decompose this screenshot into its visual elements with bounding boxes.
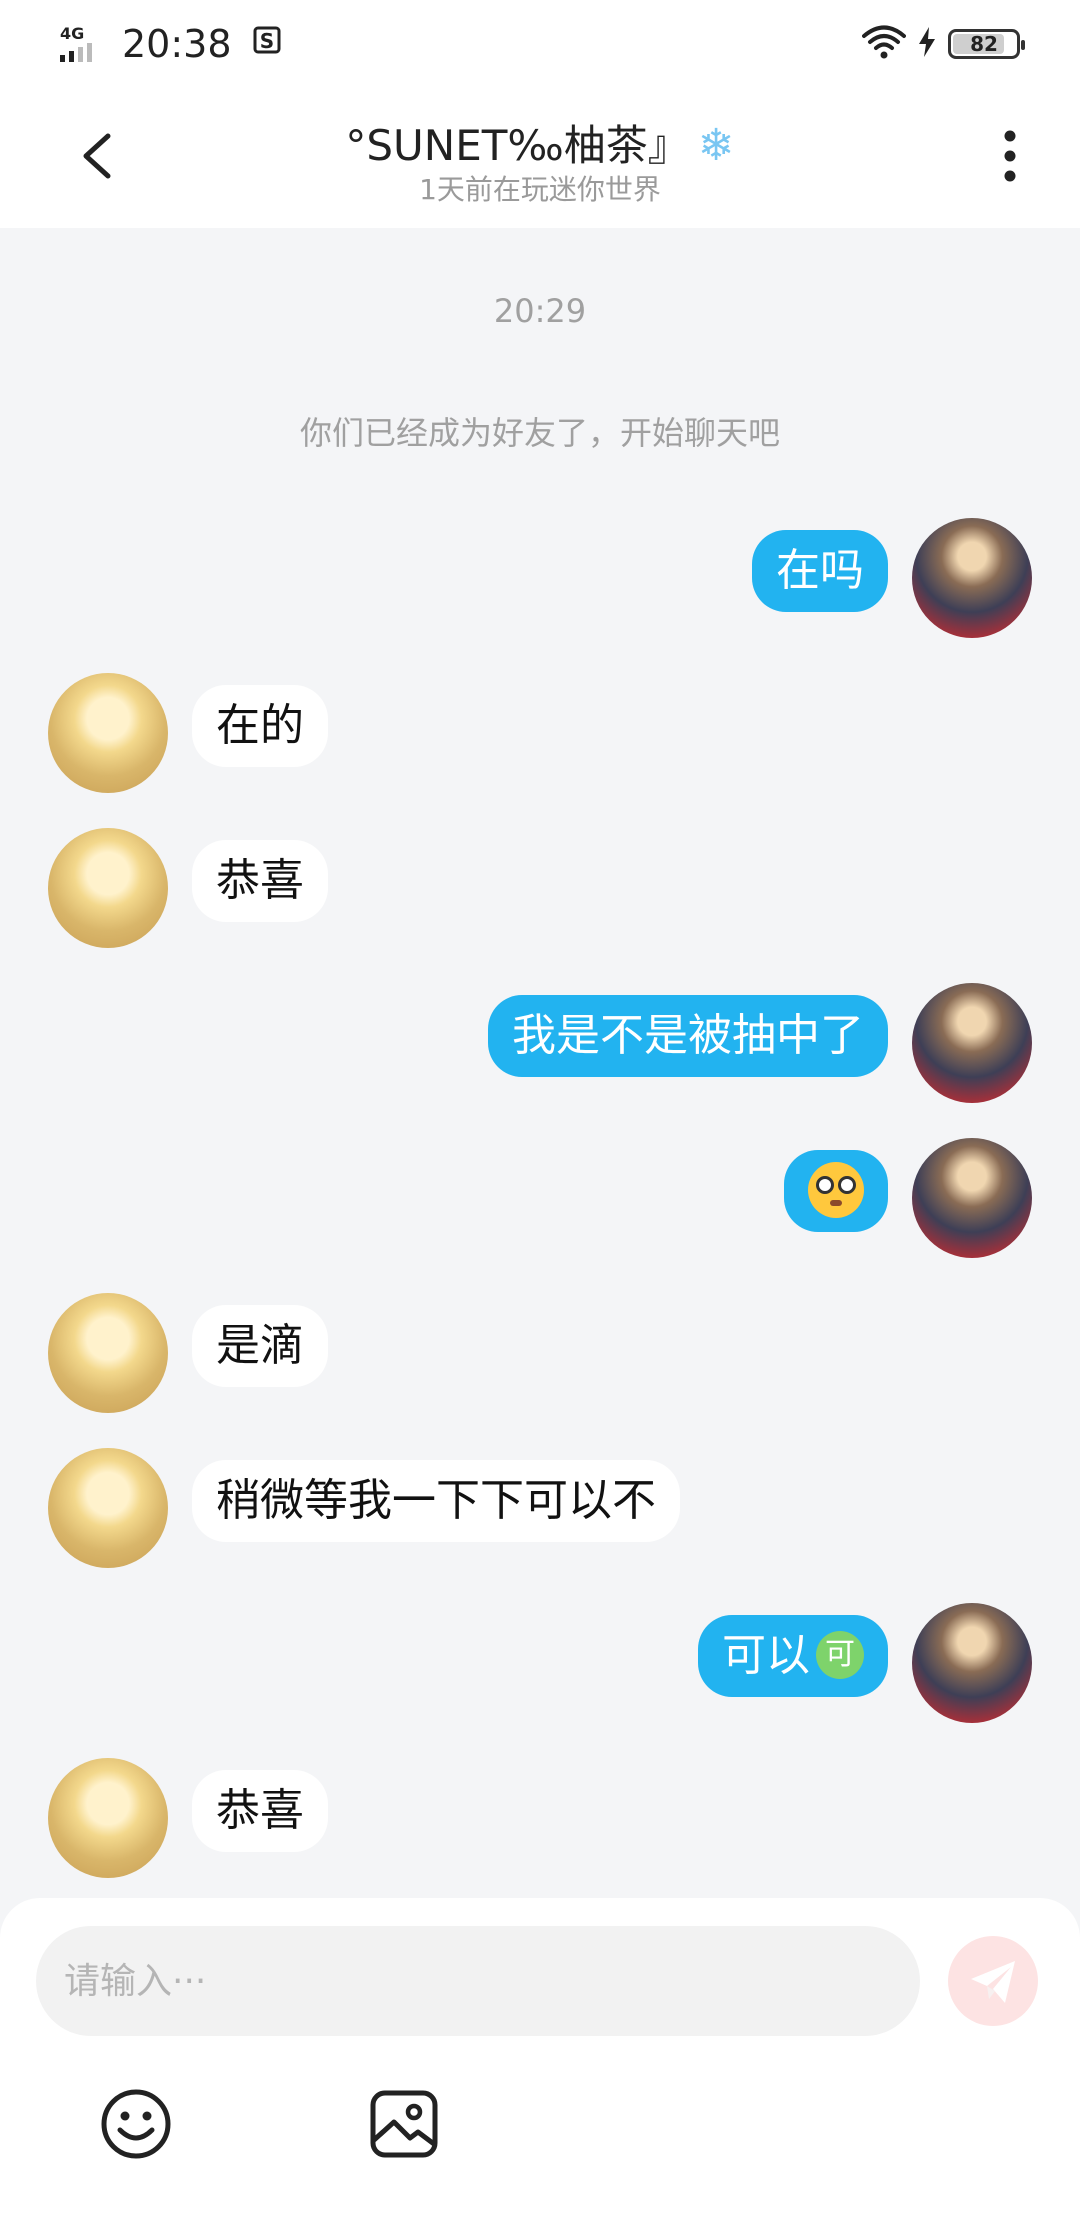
message-row: 是滴 <box>0 1293 1080 1423</box>
send-button[interactable] <box>948 1936 1038 2026</box>
message-text: 是滴 <box>216 1320 304 1371</box>
more-options-button[interactable] <box>990 126 1030 186</box>
my-avatar[interactable] <box>912 518 1032 638</box>
flushed-face-emoji-icon <box>808 1162 864 1218</box>
contact-avatar[interactable] <box>48 828 168 948</box>
message-row: 稍微等我一下下可以不 <box>0 1448 1080 1578</box>
message-bubble[interactable]: 稍微等我一下下可以不 <box>192 1460 680 1542</box>
message-row <box>0 1138 1080 1268</box>
message-text: 我是不是被抽中了 <box>512 1010 864 1061</box>
status-time: 20:38 <box>122 22 232 66</box>
signal-icon <box>60 42 92 62</box>
message-text: 可以 <box>722 1630 810 1681</box>
my-avatar[interactable] <box>912 1603 1032 1723</box>
status-bar: 4G 20:38 S 82 <box>0 0 1080 88</box>
contact-name-text: °SUNET‰柚茶』 <box>345 121 690 170</box>
message-bubble[interactable]: 是滴 <box>192 1305 328 1387</box>
contact-avatar[interactable] <box>48 1448 168 1568</box>
my-avatar[interactable] <box>912 983 1032 1103</box>
message-bubble[interactable]: 恭喜 <box>192 1770 328 1852</box>
message-row: 在吗 <box>0 518 1080 648</box>
message-bubble[interactable]: 可以可 <box>698 1615 888 1697</box>
message-text: 恭喜 <box>216 855 304 906</box>
status-bar-left: 4G 20:38 S <box>60 22 282 66</box>
charging-icon <box>918 27 936 61</box>
ke-emoji-badge: 可 <box>816 1631 864 1679</box>
message-row: 我是不是被抽中了 <box>0 983 1080 1113</box>
battery-icon: 82 <box>948 29 1025 59</box>
message-row: 恭喜 <box>0 1758 1080 1888</box>
my-avatar[interactable] <box>912 1138 1032 1258</box>
message-text: 在吗 <box>776 545 864 596</box>
emoji-icon <box>101 2089 171 2159</box>
message-input[interactable] <box>36 1926 920 2036</box>
system-message: 你们已经成为好友了，开始聊天吧 <box>299 414 780 452</box>
snowflake-icon: ❄ <box>697 120 735 171</box>
message-bubble[interactable] <box>784 1150 888 1232</box>
chat-area[interactable]: 20:29 你们已经成为好友了，开始聊天吧 在吗 在的 恭喜 我是不是被抽中了 <box>0 228 1080 1898</box>
more-vertical-icon <box>1004 130 1016 182</box>
send-icon <box>971 1961 1015 2003</box>
input-bar <box>0 1898 1080 2214</box>
message-row: 在的 <box>0 673 1080 803</box>
network-type: 4G <box>60 24 85 43</box>
contact-avatar[interactable] <box>48 673 168 793</box>
message-bubble[interactable]: 在的 <box>192 685 328 767</box>
screenshot-notification-icon: S <box>252 25 282 63</box>
image-icon <box>370 2090 438 2158</box>
message-text: 稍微等我一下下可以不 <box>216 1475 656 1526</box>
signal-indicator: 4G <box>60 26 104 62</box>
message-bubble[interactable]: 恭喜 <box>192 840 328 922</box>
contact-avatar[interactable] <box>48 1293 168 1413</box>
contact-avatar[interactable] <box>48 1758 168 1878</box>
battery-level: 82 <box>970 32 998 56</box>
status-bar-right: 82 <box>862 25 1025 63</box>
chat-screen: 4G 20:38 S 82 °SUNET‰柚茶』 ❄ 1天前在玩迷你世界 20:… <box>0 0 1080 2214</box>
message-row: 可以可 <box>0 1603 1080 1733</box>
image-button[interactable] <box>366 2086 442 2162</box>
message-timestamp: 20:29 <box>493 292 587 330</box>
message-text: 在的 <box>216 700 304 751</box>
svg-text:S: S <box>259 29 273 53</box>
contact-status: 1天前在玩迷你世界 <box>419 173 661 206</box>
emoji-button[interactable] <box>98 2086 174 2162</box>
message-bubble[interactable]: 我是不是被抽中了 <box>488 995 888 1077</box>
contact-name: °SUNET‰柚茶』 ❄ <box>0 112 1080 173</box>
message-text: 恭喜 <box>216 1785 304 1836</box>
message-bubble[interactable]: 在吗 <box>752 530 888 612</box>
chat-header: °SUNET‰柚茶』 ❄ 1天前在玩迷你世界 <box>0 88 1080 228</box>
wifi-icon <box>862 25 906 63</box>
message-row: 恭喜 <box>0 828 1080 958</box>
